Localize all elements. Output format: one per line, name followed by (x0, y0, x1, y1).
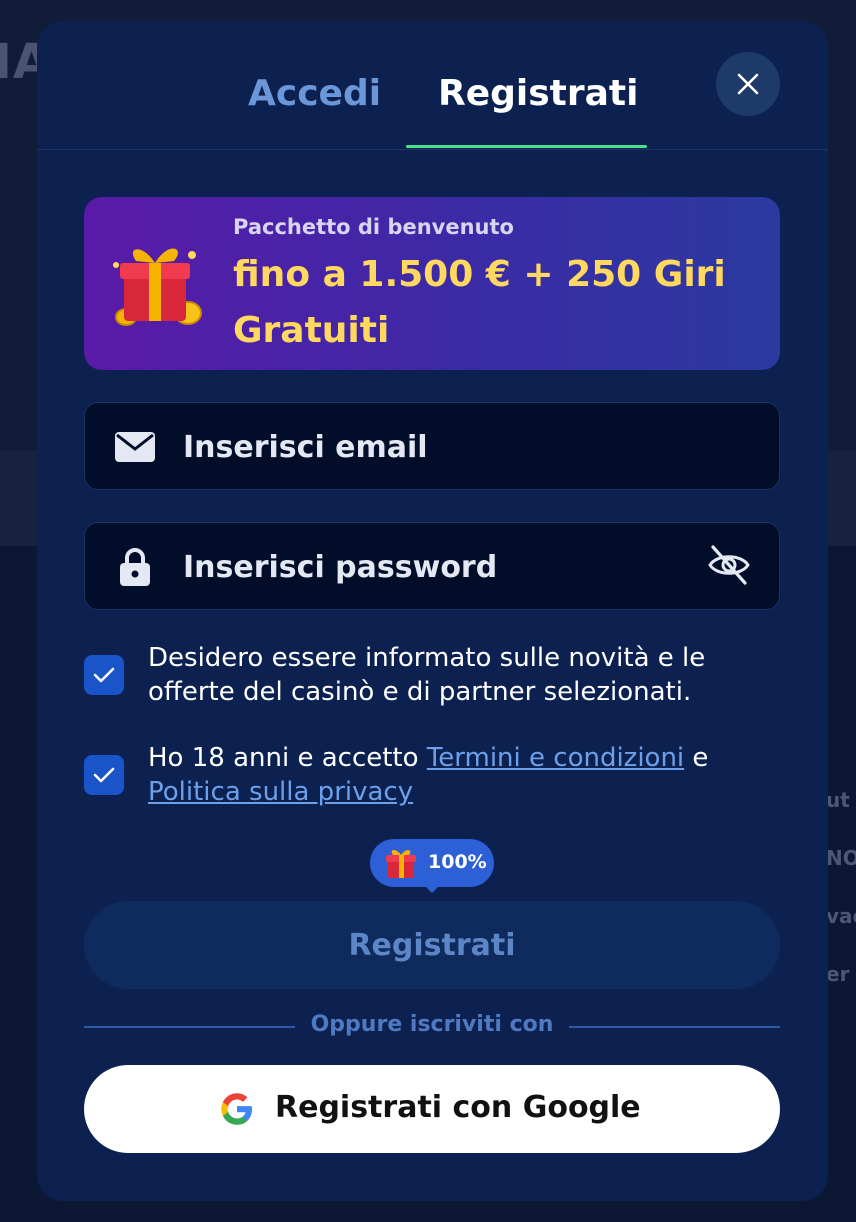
terms-consent-label: Ho 18 anni e accetto Termini e condizion… (148, 741, 784, 809)
divider-text: Oppure iscriviti con (310, 1012, 554, 1037)
background-side-text: ut (826, 788, 850, 812)
register-submit-button[interactable]: Registrati (84, 901, 780, 989)
register-modal: Accedi Registrati Pacchetto di benvenuto… (37, 21, 828, 1201)
close-button[interactable] (716, 52, 780, 116)
auth-tabs: Accedi Registrati (37, 21, 828, 150)
terms-consent-checkbox[interactable] (84, 755, 124, 795)
promo-subtitle: Pacchetto di benvenuto (233, 215, 514, 239)
checkmark-icon (93, 667, 115, 683)
gift-icon (386, 850, 416, 878)
alternative-signup-divider: Oppure iscriviti con (84, 1011, 780, 1041)
welcome-promo-banner: Pacchetto di benvenuto fino a 1.500 € + … (84, 197, 780, 370)
promo-title: fino a 1.500 € + 250 Giri Gratuiti (233, 254, 726, 351)
google-signup-button[interactable]: Registrati con Google (84, 1065, 780, 1153)
active-tab-indicator (406, 145, 647, 148)
background-side-text: vac (826, 904, 856, 928)
checkmark-icon (93, 767, 115, 783)
bonus-progress-badge: 100% (370, 839, 494, 893)
google-signup-label: Registrati con Google (275, 1090, 641, 1125)
marketing-consent-checkbox[interactable] (84, 655, 124, 695)
gift-icon (113, 248, 202, 326)
marketing-consent-label: Desidero essere informato sulle novità e… (148, 643, 706, 707)
envelope-icon (113, 427, 157, 467)
password-field (84, 522, 780, 610)
terms-link[interactable]: Termini e condizioni (427, 743, 684, 773)
email-field (84, 402, 780, 490)
tab-register[interactable]: Registrati (438, 73, 638, 114)
divider-line (84, 1026, 295, 1028)
background-side-text: NO (826, 846, 856, 870)
tab-login[interactable]: Accedi (248, 73, 381, 114)
eye-off-icon (708, 545, 750, 585)
password-input[interactable] (181, 543, 685, 591)
privacy-link[interactable]: Politica sulla privacy (148, 777, 413, 807)
background-side-text: er (826, 962, 850, 986)
lock-icon (113, 547, 157, 587)
terms-text-between: e (684, 743, 709, 773)
email-input[interactable] (181, 423, 685, 471)
terms-text-before: Ho 18 anni e accetto (148, 743, 427, 773)
bonus-percentage: 100% (428, 851, 487, 873)
google-icon (221, 1093, 252, 1125)
close-icon (737, 73, 759, 95)
divider-line (569, 1026, 780, 1028)
toggle-password-visibility-button[interactable] (705, 541, 753, 589)
